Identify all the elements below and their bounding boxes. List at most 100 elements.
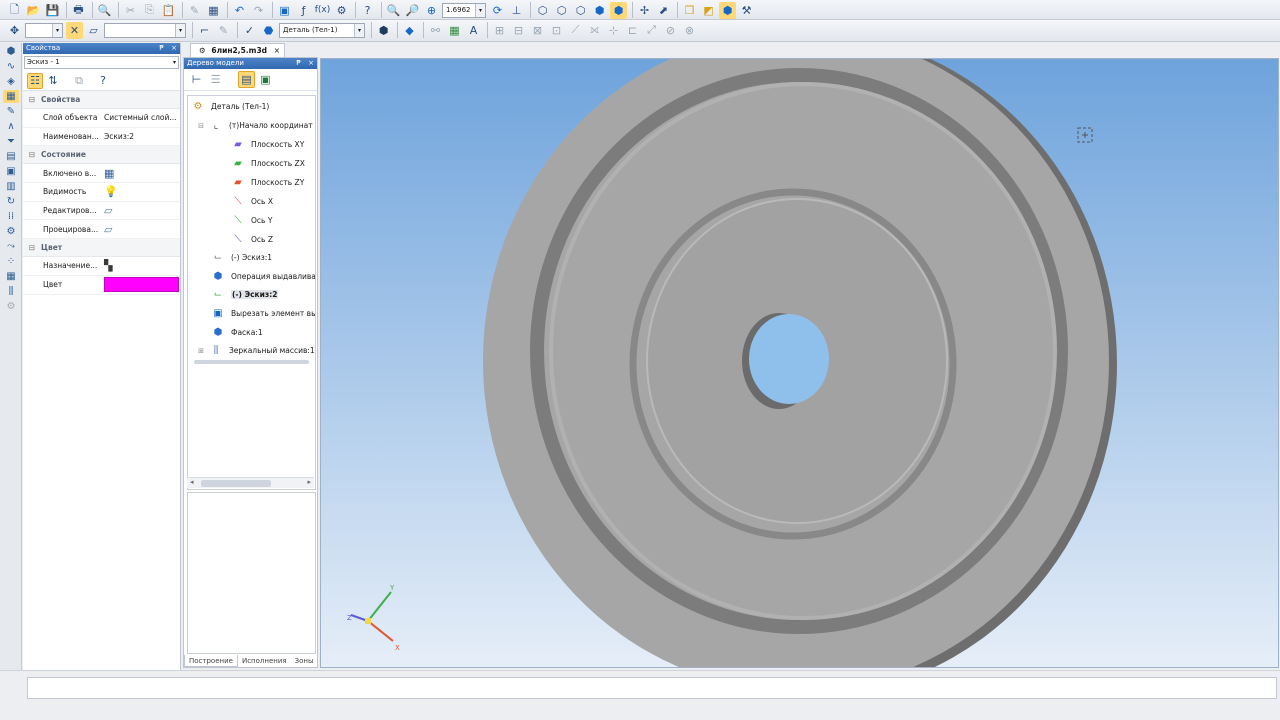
close-icon[interactable]: × [171,44,177,52]
calculation-icon[interactable]: ▦ [104,167,114,180]
property-row[interactable]: Слой объекта Системный слой... [23,109,180,128]
property-row[interactable]: Наименован... Эскиз:2 [23,128,180,147]
tree-node[interactable]: ⟍ Ось X [230,193,273,210]
annotation-icon[interactable]: A [465,22,482,39]
model-icon[interactable]: ⬢ [3,45,19,58]
new-document-icon[interactable]: 🗋 [6,2,23,19]
variables-icon[interactable]: ƒ [295,2,312,19]
spline-icon[interactable]: ⤳ [3,240,19,253]
document-tab[interactable]: ⚙ 6лин2,5.m3d × [190,43,285,57]
tab-construction[interactable]: Построение [184,655,238,667]
tool-2-icon[interactable]: ⊟ [510,22,527,39]
points-icon[interactable]: ⁘ [3,255,19,268]
tool-6-icon[interactable]: ⟗ [586,22,603,39]
tool-5-icon[interactable]: ⟋ [567,22,584,39]
tool-1-icon[interactable]: ⊞ [491,22,508,39]
tool-10-icon[interactable]: ⊘ [662,22,679,39]
tool-4-icon[interactable]: ⊡ [548,22,565,39]
tree-node[interactable]: ▰ Плоскость ZX [230,155,305,172]
scroll-right-icon[interactable]: ▸ [307,478,311,486]
library-icon[interactable]: ▦ [205,2,222,19]
categorized-icon[interactable]: ☷ [27,72,43,89]
curve-icon[interactable]: ∿ [3,60,19,73]
cube-yellow-icon[interactable]: ❒ [681,2,698,19]
surface-icon[interactable]: ◈ [3,75,19,88]
tree-node[interactable]: ▰ Плоскость XY [230,136,304,153]
layers-icon[interactable]: ▱ [85,22,102,39]
disc-part[interactable] [483,59,1117,668]
edit-sketch-icon[interactable]: ✎ [215,22,232,39]
collapse-icon[interactable]: ⊟ [23,95,41,104]
tree-node[interactable]: ▣ Вырезать элемент выд [210,305,315,322]
part-select[interactable]: Деталь (Тел-1) ▾ [279,22,365,38]
palette-icon[interactable]: ▚ [104,259,112,272]
mate-icon[interactable]: ⚯ [427,22,444,39]
angle-icon[interactable]: ∧ [3,120,19,133]
mirror-tool-icon[interactable]: ⫼ [3,285,19,298]
tree-order-icon[interactable]: ☰ [207,71,224,88]
section-color[interactable]: ⊟ Цвет [23,239,180,258]
tab-zones[interactable]: Зоны [291,655,318,667]
object-select[interactable]: Эскиз - 1 ▾ [24,56,179,69]
gear-icon[interactable]: ⚙ [3,225,19,238]
horizontal-scrollbar[interactable]: ◂ ▸ [187,477,314,488]
undo-icon[interactable]: ↶ [231,2,248,19]
dots-icon[interactable]: ⁞⁞ [3,210,19,223]
tool-7-icon[interactable]: ⊹ [605,22,622,39]
manager-icon[interactable]: ▣ [276,2,293,19]
rotate-icon[interactable]: ↻ [3,195,19,208]
zoom-scale-select[interactable]: 1.6962 ▾ [442,2,486,18]
edit-part-icon[interactable]: ⚒ [738,2,755,19]
model-viewport[interactable]: Y X Z [320,58,1279,668]
tool-3-icon[interactable]: ⊠ [529,22,546,39]
pin-icon[interactable]: ₱ [296,59,300,67]
expand-icon[interactable]: ⊟ [196,119,206,133]
filter-icon[interactable]: ⏷ [3,135,19,148]
close-icon[interactable]: × [308,59,314,67]
color-swatch[interactable] [104,277,179,293]
shaded-edges-icon[interactable]: ⬢ [610,1,627,19]
cursor-coords-icon[interactable]: ✥ [6,22,23,39]
tree-node[interactable]: ⊟ ⌞ (т)Начало координат [196,117,313,134]
section-properties[interactable]: ⊟ Свойства [23,91,180,109]
zoom-dynamic-icon[interactable]: 🔎 [404,2,421,19]
material-icon[interactable]: ⬢ [375,22,392,39]
hidden-lines-icon[interactable]: ⬡ [553,2,570,19]
sketch-mode-icon[interactable]: ⌐ [196,22,213,39]
tree-node[interactable]: ⊞ ⫼ Зеркальный массив:1 [196,342,315,359]
tools-icon[interactable]: ⚙ [333,2,350,19]
command-line-field[interactable] [27,677,1277,699]
property-row[interactable]: Цвет [23,276,180,295]
tree-window-icon[interactable]: ▣ [257,71,274,88]
tool-11-icon[interactable]: ⊗ [681,22,698,39]
section-icon[interactable]: ◩ [700,2,717,19]
tree-view-icon[interactable]: ▤ [238,71,255,88]
tree-inner-scrollbar[interactable] [194,360,309,364]
format-icon[interactable]: ✎ [186,2,203,19]
model-view-icon[interactable]: ⬢ [719,1,736,19]
property-row[interactable]: Видимость 💡 [23,183,180,202]
array-icon[interactable]: ▦ [3,270,19,283]
tool-8-icon[interactable]: ⊏ [624,22,641,39]
filter-props-icon[interactable]: ⧉ [71,73,87,89]
thin-lines-icon[interactable]: ⬡ [572,2,589,19]
check-icon[interactable]: ✓ [241,22,258,39]
measure-icon[interactable]: ▦ [446,22,463,39]
refresh-icon[interactable]: ⟳ [489,2,506,19]
spec-icon[interactable]: ▤ [3,150,19,163]
tool-9-icon[interactable]: ⤢ [643,22,660,39]
expand-icon[interactable]: ⊞ [196,344,206,358]
layers-icon[interactable]: ▱ [104,223,112,236]
preview-icon[interactable]: 🔍 [96,2,113,19]
print-icon[interactable]: 🖶 [70,2,87,19]
tree-node[interactable]: ▰ Плоскость ZY [230,174,304,191]
tree-node[interactable]: ⟍ Ось Z [230,231,273,248]
report-icon[interactable]: ▣ [3,165,19,178]
save-icon[interactable]: 💾 [44,2,61,19]
sort-az-icon[interactable]: ⇅ [45,73,61,89]
tab-versions[interactable]: Исполнения [238,655,291,667]
shaded-icon[interactable]: ⬢ [591,2,608,19]
tree-node[interactable]: ⚙ Деталь (Тел-1) [190,98,270,115]
pin-icon[interactable]: ₱ [159,44,163,52]
property-row[interactable]: Назначение... ▚ [23,257,180,276]
